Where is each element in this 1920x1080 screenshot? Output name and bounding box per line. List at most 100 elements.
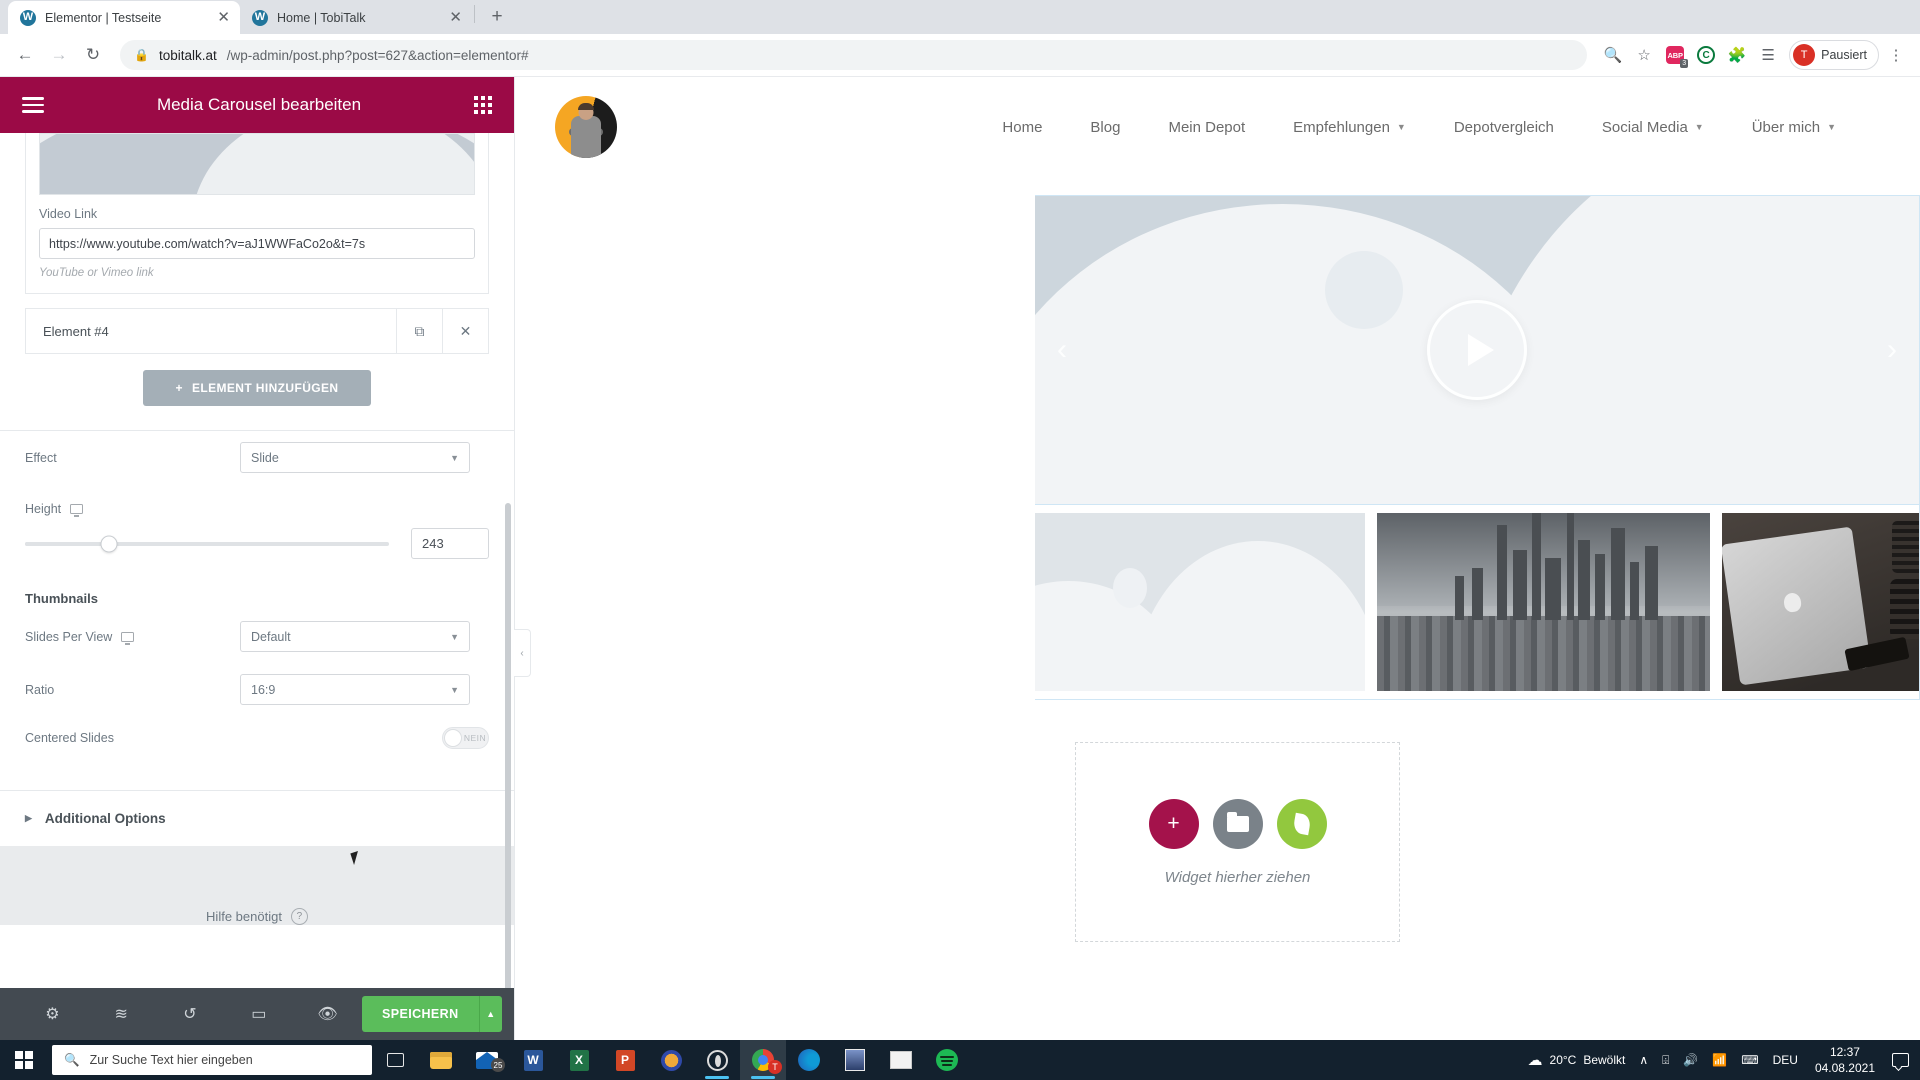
back-button[interactable]: ← — [10, 40, 40, 70]
word-icon[interactable]: W — [510, 1040, 556, 1080]
video-link-hint: YouTube or Vimeo link — [39, 267, 154, 279]
play-button-icon[interactable] — [1427, 300, 1527, 400]
save-button[interactable]: SPEICHERN — [361, 996, 479, 1032]
desktop-icon[interactable] — [70, 503, 84, 517]
reload-button[interactable]: ↻ — [78, 40, 108, 70]
avatar-body — [571, 116, 601, 158]
template-library-button[interactable] — [1212, 798, 1263, 849]
spotify-icon[interactable] — [924, 1040, 970, 1080]
nav-item-ueber-mich[interactable]: Über mich ▼ — [1728, 119, 1860, 136]
desktop-icon[interactable] — [121, 631, 135, 645]
nav-item-depotvergleich[interactable]: Depotvergleich — [1430, 119, 1578, 136]
help-label: Hilfe benötigt — [206, 909, 282, 924]
file-explorer-icon[interactable] — [418, 1040, 464, 1080]
profile-chip[interactable]: T Pausiert — [1789, 40, 1879, 70]
height-value-input[interactable]: 243 — [411, 528, 489, 559]
preview-eye-icon[interactable]: 👁 — [293, 1004, 362, 1024]
nav-item-blog[interactable]: Blog — [1066, 119, 1144, 136]
chrome-icon[interactable]: T — [740, 1040, 786, 1080]
weather-text: Bewölkt — [1583, 1053, 1626, 1067]
panel-scrollbar[interactable] — [505, 503, 511, 988]
close-icon[interactable]: ✕ — [449, 10, 462, 25]
address-bar[interactable]: 🔒 tobitalk.at/wp-admin/post.php?post=627… — [120, 40, 1588, 70]
adblock-badge: 3 — [1680, 59, 1689, 68]
grid-apps-icon[interactable] — [474, 96, 492, 114]
powerpoint-icon[interactable]: P — [602, 1040, 648, 1080]
browser-tab-2[interactable]: W Home | TobiTalk ✕ — [240, 1, 472, 34]
browser-toolbar: ← → ↻ 🔒 tobitalk.at/wp-admin/post.php?po… — [0, 34, 1920, 77]
nav-item-empfehlungen[interactable]: Empfehlungen ▼ — [1269, 119, 1430, 136]
adblock-icon[interactable]: ABP 3 — [1661, 41, 1689, 69]
media-thumbnail-preview[interactable] — [39, 133, 475, 195]
envato-kit-button[interactable] — [1276, 798, 1327, 849]
zoom-search-icon[interactable]: 🔍 — [1599, 41, 1627, 69]
tab-title: Elementor | Testseite — [45, 10, 162, 25]
height-slider-knob[interactable] — [100, 535, 118, 552]
save-options-arrow[interactable]: ▲ — [478, 996, 502, 1032]
slides-per-view-select[interactable]: Default ▼ — [240, 621, 470, 652]
centered-slides-toggle[interactable]: NEIN — [442, 727, 489, 749]
excel-icon[interactable]: X — [556, 1040, 602, 1080]
effect-select[interactable]: Slide ▼ — [240, 442, 470, 473]
extensions-puzzle-icon[interactable]: 🧩 — [1723, 41, 1751, 69]
copy-icon[interactable]: ⧉ — [396, 309, 442, 353]
photos-icon[interactable] — [832, 1040, 878, 1080]
obs-studio-icon[interactable] — [694, 1040, 740, 1080]
placeholder-hill-shape-2 — [1459, 196, 1919, 504]
repeater-row-element-4[interactable]: Element #4 ⧉ ✕ — [25, 308, 489, 354]
nav-label: Über mich — [1751, 118, 1821, 136]
new-tab-button[interactable]: + — [483, 3, 511, 31]
height-slider[interactable] — [25, 535, 389, 552]
close-icon[interactable]: ✕ — [217, 10, 230, 25]
clock[interactable]: 12:37 04.08.2021 — [1805, 1044, 1885, 1076]
reading-list-icon[interactable]: ☰ — [1754, 41, 1782, 69]
responsive-devices-icon[interactable]: ▭ — [224, 1004, 293, 1024]
panel-collapse-handle[interactable]: ‹ — [514, 629, 531, 677]
settings-gear-icon[interactable]: ⚙ — [18, 1004, 87, 1024]
thumbnail-item[interactable] — [1722, 513, 1919, 691]
carousel-prev-arrow[interactable]: ‹ — [1057, 333, 1067, 367]
close-icon[interactable]: ✕ — [442, 309, 488, 353]
video-link-input[interactable]: https://www.youtube.com/watch?v=aJ1WWFaC… — [39, 228, 475, 259]
nav-item-social-media[interactable]: Social Media ▼ — [1578, 119, 1728, 136]
add-element-button[interactable]: + ELEMENT HINZUFÜGEN — [143, 370, 371, 406]
carousel-next-arrow[interactable]: › — [1887, 333, 1897, 367]
wifi-icon[interactable]: 📶 — [1705, 1040, 1734, 1080]
speaker-icon[interactable]: 🔊 — [1676, 1040, 1705, 1080]
notes-app-icon[interactable] — [878, 1040, 924, 1080]
task-view-icon[interactable] — [372, 1040, 418, 1080]
search-input[interactable]: 🔍 Zur Suche Text hier eingeben — [52, 1045, 372, 1075]
ccleaner-label: C — [1697, 46, 1716, 64]
history-clock-icon[interactable]: ↺ — [156, 1004, 225, 1024]
audio-app-icon[interactable] — [648, 1040, 694, 1080]
tray-expand-chevron[interactable]: ∧ — [1632, 1040, 1655, 1080]
mail-icon[interactable]: 25 — [464, 1040, 510, 1080]
edge-icon[interactable] — [786, 1040, 832, 1080]
ccleaner-icon[interactable]: C — [1692, 41, 1720, 69]
notification-icon[interactable] — [1885, 1040, 1916, 1080]
camera-icon[interactable]: ⌹ — [1655, 1040, 1676, 1080]
nav-item-mein-depot[interactable]: Mein Depot — [1144, 119, 1269, 136]
windows-start-icon[interactable] — [0, 1040, 48, 1080]
site-navigation: Home Blog Mein Depot Empfehlungen ▼ Depo… — [617, 119, 1860, 136]
weather-widget[interactable]: ☁ 20°C Bewölkt — [1521, 1040, 1633, 1080]
add-widget-button[interactable]: + — [1148, 798, 1199, 849]
avatar[interactable] — [555, 96, 617, 158]
forward-button[interactable]: → — [44, 40, 74, 70]
bookmark-star-icon[interactable]: ☆ — [1630, 41, 1658, 69]
hamburger-icon[interactable] — [22, 97, 44, 113]
browser-tab-1[interactable]: W Elementor | Testseite ✕ — [8, 1, 240, 34]
help-link[interactable]: Hilfe benötigt ? — [206, 908, 308, 925]
keyboard-icon[interactable]: ⌨ — [1734, 1040, 1765, 1080]
language-indicator[interactable]: DEU — [1766, 1040, 1805, 1080]
thumbnail-item[interactable] — [1377, 513, 1710, 691]
ratio-select[interactable]: 16:9 ▼ — [240, 674, 470, 705]
navigator-layers-icon[interactable]: ≋ — [87, 1004, 156, 1024]
media-carousel-widget[interactable]: ‹ › — [1035, 195, 1920, 505]
nav-item-home[interactable]: Home — [978, 119, 1066, 136]
nav-label: Social Media — [1601, 118, 1688, 136]
chrome-menu-icon[interactable]: ⋮ — [1882, 41, 1910, 69]
additional-options-section[interactable]: ▶ Additional Options — [0, 790, 514, 846]
widget-dropzone[interactable]: + Widget hierher ziehen — [1075, 742, 1400, 942]
thumbnail-item[interactable] — [1035, 513, 1365, 691]
